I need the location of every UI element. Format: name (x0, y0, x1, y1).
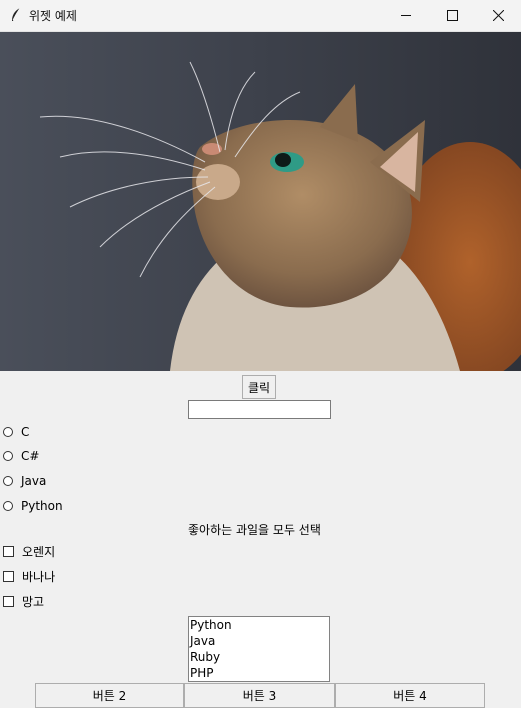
feather-icon (12, 7, 21, 21)
checkbox-box[interactable] (3, 570, 14, 582)
checkbox-box[interactable] (3, 545, 14, 557)
button-4[interactable]: 버튼 4 (335, 683, 485, 708)
close-icon (492, 10, 504, 21)
minimize-icon (400, 15, 411, 16)
radio-label: Python (21, 499, 63, 513)
radio-label: C (21, 425, 30, 439)
language-listbox[interactable]: Python Java Ruby PHP (188, 616, 330, 682)
checkbox-orange[interactable]: 오렌지 (3, 542, 55, 560)
radio-label: Java (21, 474, 47, 488)
checkbox-label: 바나나 (22, 569, 56, 584)
list-item[interactable]: PHP (190, 665, 329, 681)
window-title: 위젯 예제 (29, 9, 77, 23)
radio-circle[interactable] (3, 476, 13, 486)
radio-c[interactable]: C (3, 423, 29, 441)
text-entry[interactable] (188, 400, 331, 419)
checkbox-banana[interactable]: 바나나 (3, 567, 55, 585)
radio-csharp[interactable]: C# (3, 447, 39, 465)
button-3[interactable]: 버튼 3 (184, 683, 335, 708)
list-item[interactable]: Ruby (190, 649, 329, 665)
minimize-button[interactable] (383, 0, 429, 31)
cat-image (0, 32, 521, 371)
radio-python[interactable]: Python (3, 497, 63, 515)
radio-circle[interactable] (3, 501, 13, 511)
click-button[interactable]: 클릭 (242, 375, 276, 399)
checkbox-mango[interactable]: 망고 (3, 592, 44, 610)
checkbox-label: 망고 (22, 594, 45, 609)
close-button[interactable] (475, 0, 521, 31)
radio-circle[interactable] (3, 427, 13, 437)
button-2[interactable]: 버튼 2 (35, 683, 184, 708)
title-bar: 위젯 예제 (0, 0, 521, 32)
maximize-icon (446, 10, 458, 21)
radio-label: C# (21, 449, 40, 463)
list-item[interactable]: Python (190, 617, 329, 633)
list-item[interactable]: Java (190, 633, 329, 649)
checkbox-label: 오렌지 (22, 544, 56, 559)
radio-java[interactable]: Java (3, 472, 46, 490)
fruit-prompt-label: 좋아하는 과일을 모두 선택 (188, 523, 321, 537)
radio-circle[interactable] (3, 451, 13, 461)
maximize-button[interactable] (429, 0, 475, 31)
checkbox-box[interactable] (3, 595, 14, 607)
